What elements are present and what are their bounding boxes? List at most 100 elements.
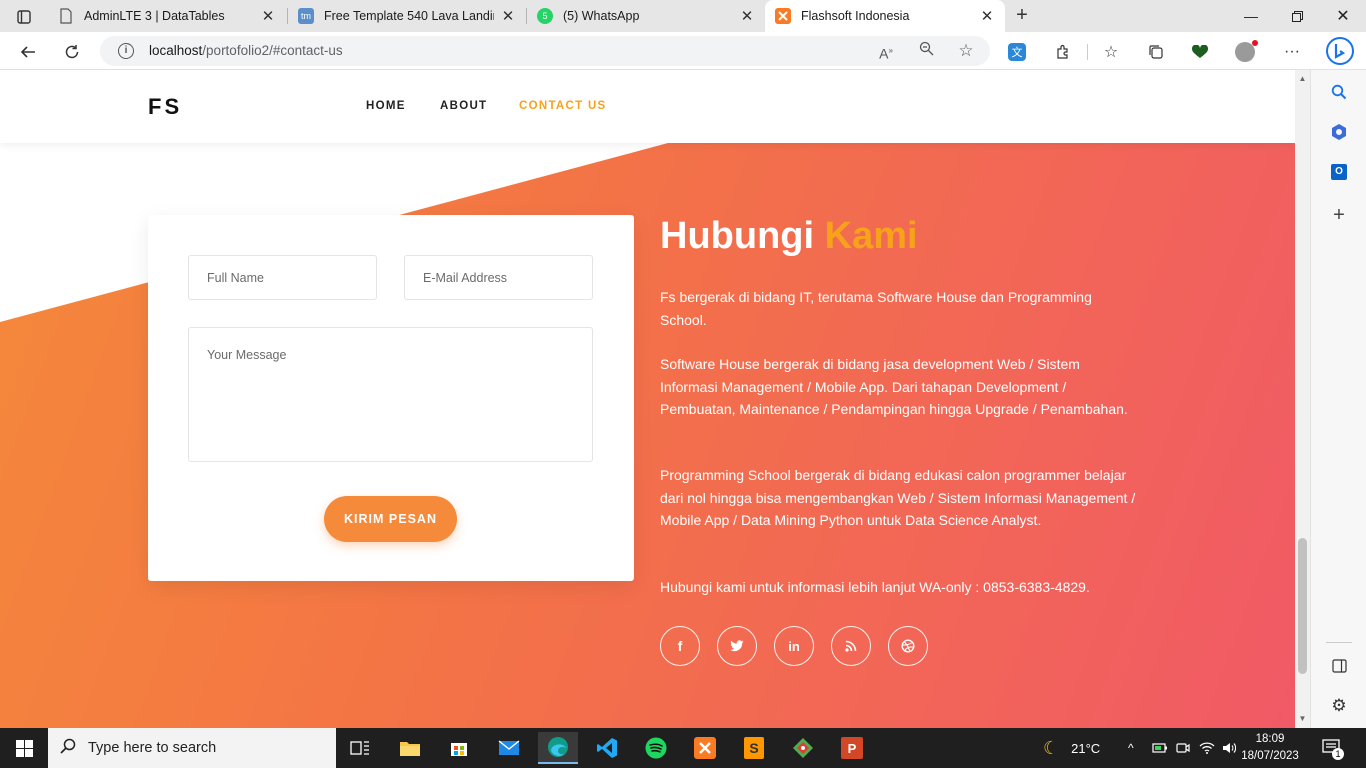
toolbar-separator — [1087, 44, 1088, 60]
whatsapp-badge: 5 — [542, 11, 548, 21]
favorites-icon[interactable]: ☆ — [1100, 41, 1122, 63]
tab-whatsapp[interactable]: 5 (5) WhatsApp ✕ — [527, 0, 765, 32]
git-client-icon[interactable] — [783, 732, 823, 764]
clock-date: 18/07/2023 — [1241, 750, 1299, 762]
search-placeholder: Type here to search — [88, 740, 217, 756]
search-icon — [48, 738, 88, 759]
add-icon[interactable]: + — [1329, 204, 1349, 226]
scroll-up-icon[interactable]: ▲ — [1298, 74, 1307, 83]
collections-icon[interactable] — [1145, 41, 1167, 63]
microsoft-store-icon[interactable] — [439, 732, 479, 764]
volume-icon[interactable] — [1222, 728, 1236, 768]
close-window-icon[interactable]: ✕ — [1320, 0, 1366, 32]
contact-paragraph-programming-school: Programming School bergerak di bidang ed… — [660, 467, 1136, 528]
close-icon[interactable]: ✕ — [500, 7, 516, 25]
camera-icon[interactable] — [1176, 728, 1190, 768]
page-viewport: FS HOME ABOUT CONTACT US KIRIM PESAN Hub… — [0, 70, 1295, 728]
bing-chat-icon[interactable] — [1325, 36, 1355, 66]
close-icon[interactable]: ✕ — [979, 7, 995, 25]
whatsapp-icon: 5 — [537, 8, 553, 24]
windows-start-icon[interactable] — [0, 728, 48, 768]
page-scrollbar[interactable]: ▲ ▼ — [1295, 70, 1310, 728]
page-icon — [58, 8, 74, 24]
clock-time: 18:09 — [1255, 733, 1285, 745]
sidebar-toggle-icon[interactable] — [1329, 656, 1349, 676]
nav-home[interactable]: HOME — [366, 100, 406, 112]
nav-contact-us[interactable]: CONTACT US — [519, 100, 607, 112]
contact-paragraph-intro: Fs bergerak di bidang IT, terutama Softw… — [660, 289, 1092, 328]
tm-icon-text: tm — [301, 11, 311, 21]
search-icon[interactable] — [1329, 82, 1349, 102]
contact-heading-main: Hubungi — [660, 215, 815, 257]
send-message-button[interactable]: KIRIM PESAN — [324, 496, 457, 542]
new-tab-icon[interactable]: + — [1010, 4, 1034, 28]
site-info-icon[interactable]: i — [118, 43, 134, 59]
dribbble-icon[interactable] — [888, 626, 928, 666]
url-text[interactable]: localhost/portofolio2/#contact-us — [149, 43, 343, 58]
notification-center-icon[interactable]: 1 — [1322, 728, 1344, 768]
favorite-star-icon[interactable]: ☆ — [956, 41, 976, 61]
message-textarea[interactable] — [188, 327, 593, 462]
minimize-icon[interactable]: — — [1228, 0, 1274, 32]
back-icon[interactable] — [15, 39, 41, 65]
rss-icon[interactable] — [831, 626, 871, 666]
taskbar-search-box[interactable]: Type here to search — [48, 728, 336, 768]
notification-count-badge: 1 — [1332, 748, 1344, 760]
battery-icon[interactable] — [1152, 728, 1168, 768]
show-hidden-icons[interactable]: ^ — [1128, 728, 1134, 768]
office-icon[interactable] — [1329, 122, 1349, 142]
nav-about[interactable]: ABOUT — [440, 100, 487, 112]
address-bar[interactable]: i localhost/portofolio2/#contact-us A» ☆ — [100, 36, 990, 66]
linkedin-icon[interactable]: in — [774, 626, 814, 666]
weather-temperature: 21°C — [1071, 740, 1101, 756]
task-view-icon[interactable] — [340, 732, 380, 764]
profile-avatar[interactable] — [1234, 40, 1258, 63]
url-host: localhost — [149, 43, 203, 58]
taskbar-clock[interactable]: 18:09 18/07/2023 — [1240, 731, 1300, 765]
powerpoint-icon[interactable]: P — [832, 732, 872, 764]
site-logo[interactable]: FS — [148, 94, 182, 120]
weather-widget[interactable]: ☾ 21°C — [1043, 728, 1100, 768]
scroll-down-icon[interactable]: ▼ — [1298, 714, 1307, 723]
edge-browser-icon[interactable] — [538, 732, 578, 764]
xampp-icon[interactable] — [685, 732, 725, 764]
read-aloud-icon[interactable]: A» — [876, 41, 896, 62]
spotify-icon[interactable] — [636, 732, 676, 764]
browser-toolbar: i localhost/portofolio2/#contact-us A» ☆… — [0, 32, 1366, 70]
scrollbar-thumb[interactable] — [1298, 538, 1307, 674]
performance-icon[interactable] — [1189, 41, 1211, 63]
site-header: FS HOME ABOUT CONTACT US — [0, 70, 1295, 143]
more-options-icon[interactable]: ··· — [1281, 41, 1303, 63]
vscode-icon[interactable] — [587, 732, 627, 764]
moon-icon: ☾ — [1043, 737, 1060, 758]
xampp-icon — [775, 8, 791, 24]
sidebar-divider — [1326, 642, 1352, 643]
contact-heading: Hubungi Kami — [660, 215, 918, 258]
translate-icon[interactable]: 文 — [1008, 43, 1026, 61]
tab-free-template[interactable]: tm Free Template 540 Lava Landing ✕ — [288, 0, 526, 32]
close-icon[interactable]: ✕ — [260, 7, 276, 25]
wifi-icon[interactable] — [1199, 728, 1215, 768]
sublime-text-icon[interactable]: S — [734, 732, 774, 764]
facebook-icon[interactable]: f — [660, 626, 700, 666]
tab-actions-icon[interactable] — [8, 6, 40, 28]
contact-paragraph-software-house: Software House bergerak di bidang jasa d… — [660, 356, 1128, 417]
edge-sidebar: O + ⚙ — [1310, 70, 1366, 728]
file-explorer-icon[interactable] — [390, 732, 430, 764]
email-input[interactable] — [404, 255, 593, 300]
refresh-icon[interactable] — [59, 39, 85, 65]
full-name-input[interactable] — [188, 255, 377, 300]
twitter-icon[interactable] — [717, 626, 757, 666]
contact-heading-accent: Kami — [824, 215, 918, 257]
outlook-icon[interactable]: O — [1329, 162, 1349, 182]
extensions-icon[interactable] — [1052, 41, 1074, 63]
tab-flashsoft[interactable]: Flashsoft Indonesia ✕ — [765, 0, 1005, 32]
tm-icon: tm — [298, 8, 314, 24]
tab-adminlte[interactable]: AdminLTE 3 | DataTables ✕ — [48, 0, 286, 32]
tab-title: AdminLTE 3 | DataTables — [84, 9, 225, 23]
restore-icon[interactable] — [1274, 0, 1320, 32]
zoom-icon[interactable] — [916, 41, 936, 61]
mail-icon[interactable] — [489, 732, 529, 764]
settings-gear-icon[interactable]: ⚙ — [1329, 696, 1349, 716]
close-icon[interactable]: ✕ — [739, 7, 755, 25]
